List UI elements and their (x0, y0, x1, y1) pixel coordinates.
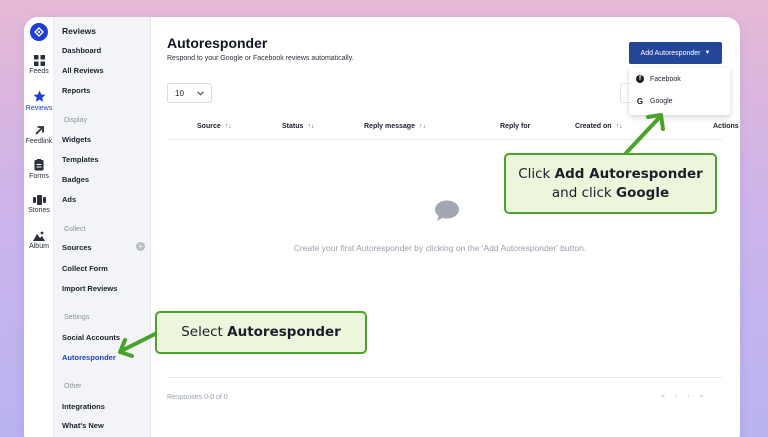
sidebar-item-reports[interactable]: Reports (62, 86, 90, 95)
rail-item-stories[interactable]: Stories (24, 195, 54, 214)
sidebar-item-social-accounts[interactable]: Social Accounts (62, 333, 120, 342)
stories-icon (32, 195, 46, 205)
add-source-icon[interactable]: + (136, 242, 145, 251)
column-header-status[interactable]: Status ↑↓ (282, 123, 314, 130)
menu-item-label: Facebook (650, 75, 681, 83)
rail-label: Stories (28, 207, 50, 214)
callout-bold: Google (616, 185, 670, 201)
chat-bubble-icon (435, 200, 459, 221)
sidebar-section-collect: Collect (64, 226, 86, 233)
app-logo[interactable] (30, 23, 48, 41)
google-icon: G (636, 97, 644, 106)
sidebar: Reviews Dashboard All Reviews Reports Di… (54, 17, 151, 437)
empty-state-message: Create your first Autoresponder by click… (293, 243, 587, 253)
sidebar-item-all-reviews[interactable]: All Reviews (62, 66, 104, 75)
next-page-icon[interactable]: › (687, 393, 689, 400)
rail-label: Feeds (29, 68, 49, 75)
table-footer-divider (167, 377, 722, 378)
sort-icon: ↑↓ (615, 123, 623, 130)
sidebar-item-ads[interactable]: Ads (62, 195, 76, 204)
sidebar-section-display: Display (64, 117, 87, 124)
icon-rail: Feeds Reviews Feedlink Forms Stories Alb… (24, 17, 54, 437)
sidebar-item-widgets[interactable]: Widgets (62, 135, 91, 144)
callout-bold: Add Autoresponder (554, 166, 703, 182)
sort-icon: ↑↓ (418, 123, 426, 130)
rail-label: Album (29, 243, 49, 250)
sidebar-section-other: Other (64, 383, 82, 390)
pagination-summary: Responses 0-0 of 0 (167, 394, 228, 401)
pagination-controls: « ‹ › » (661, 393, 704, 400)
caret-down-icon: ▼ (704, 50, 711, 56)
sidebar-item-sources[interactable]: Sources (62, 243, 92, 252)
main-content: Autoresponder Respond to your Google or … (152, 17, 740, 437)
callout-text: Click (518, 166, 555, 182)
table-header-divider (167, 139, 722, 140)
column-label: Status (282, 123, 304, 130)
column-header-reply-message[interactable]: Reply message ↑↓ (364, 123, 426, 130)
search-input[interactable] (620, 83, 632, 103)
menu-item-google[interactable]: G Google (636, 97, 673, 106)
sidebar-item-templates[interactable]: Templates (62, 155, 99, 164)
column-header-reply-for: Reply for (500, 123, 530, 130)
sidebar-item-autoresponder[interactable]: Autoresponder (62, 353, 116, 362)
star-icon (33, 90, 45, 102)
sidebar-item-collect-form[interactable]: Collect Form (62, 264, 108, 273)
sidebar-item-integrations[interactable]: Integrations (62, 402, 105, 411)
first-page-icon[interactable]: « (661, 393, 665, 400)
form-icon (34, 159, 44, 171)
sidebar-item-badges[interactable]: Badges (62, 175, 89, 184)
rail-label: Feedlink (25, 138, 53, 145)
callout-bold: Autoresponder (227, 324, 341, 340)
column-label: Reply for (500, 123, 531, 130)
column-label: Reply message (364, 123, 415, 130)
sidebar-item-whats-new[interactable]: What's New (62, 421, 104, 430)
callout-text: and click (551, 185, 617, 201)
rail-item-album[interactable]: Album (24, 231, 54, 250)
chevron-down-icon (197, 90, 204, 96)
prev-page-icon[interactable]: ‹ (675, 393, 677, 400)
menu-item-label: Google (650, 98, 673, 105)
sidebar-section-settings: Settings (64, 314, 90, 321)
image-icon (33, 231, 45, 241)
column-label: Actions (713, 123, 739, 130)
rail-item-forms[interactable]: Forms (24, 159, 54, 180)
facebook-icon: f (636, 75, 644, 83)
sort-icon: ↑↓ (307, 123, 315, 130)
sidebar-item-import-reviews[interactable]: Import Reviews (62, 284, 117, 293)
column-header-source[interactable]: Source ↑↓ (197, 123, 232, 130)
last-page-icon[interactable]: » (700, 393, 704, 400)
column-header-created-on[interactable]: Created on ↑↓ (575, 123, 623, 130)
per-page-select[interactable]: 10 (167, 83, 212, 103)
rail-label: Forms (29, 173, 49, 180)
column-header-actions: Actions (713, 123, 739, 130)
rail-item-feedlink[interactable]: Feedlink (24, 125, 54, 145)
page-title: Autoresponder (167, 35, 268, 51)
menu-item-facebook[interactable]: f Facebook (636, 75, 681, 83)
app-window: Feeds Reviews Feedlink Forms Stories Alb… (24, 17, 740, 437)
arrow-up-right-icon (34, 126, 44, 135)
add-autoresponder-menu: f Facebook G Google (629, 68, 730, 115)
per-page-value: 10 (175, 88, 184, 98)
rail-label: Reviews (25, 105, 53, 112)
column-label: Created on (575, 123, 612, 130)
callout-text: Select (181, 324, 228, 340)
sidebar-title: Reviews (62, 26, 97, 36)
add-autoresponder-label: Add Autoresponder (640, 49, 701, 57)
rail-item-reviews[interactable]: Reviews (24, 90, 54, 112)
rail-item-feeds[interactable]: Feeds (24, 55, 54, 75)
grid-icon (33, 55, 45, 66)
column-label: Source (197, 123, 221, 130)
add-autoresponder-button[interactable]: Add Autoresponder ▼ (629, 42, 722, 64)
instruction-callout-bottom: Select Autoresponder (155, 311, 367, 354)
page-subtitle: Respond to your Google or Facebook revie… (167, 55, 354, 62)
instruction-callout-top: Click Add Autoresponder and click Google (504, 153, 717, 214)
sidebar-item-dashboard[interactable]: Dashboard (62, 46, 101, 55)
sort-icon: ↑↓ (224, 123, 232, 130)
